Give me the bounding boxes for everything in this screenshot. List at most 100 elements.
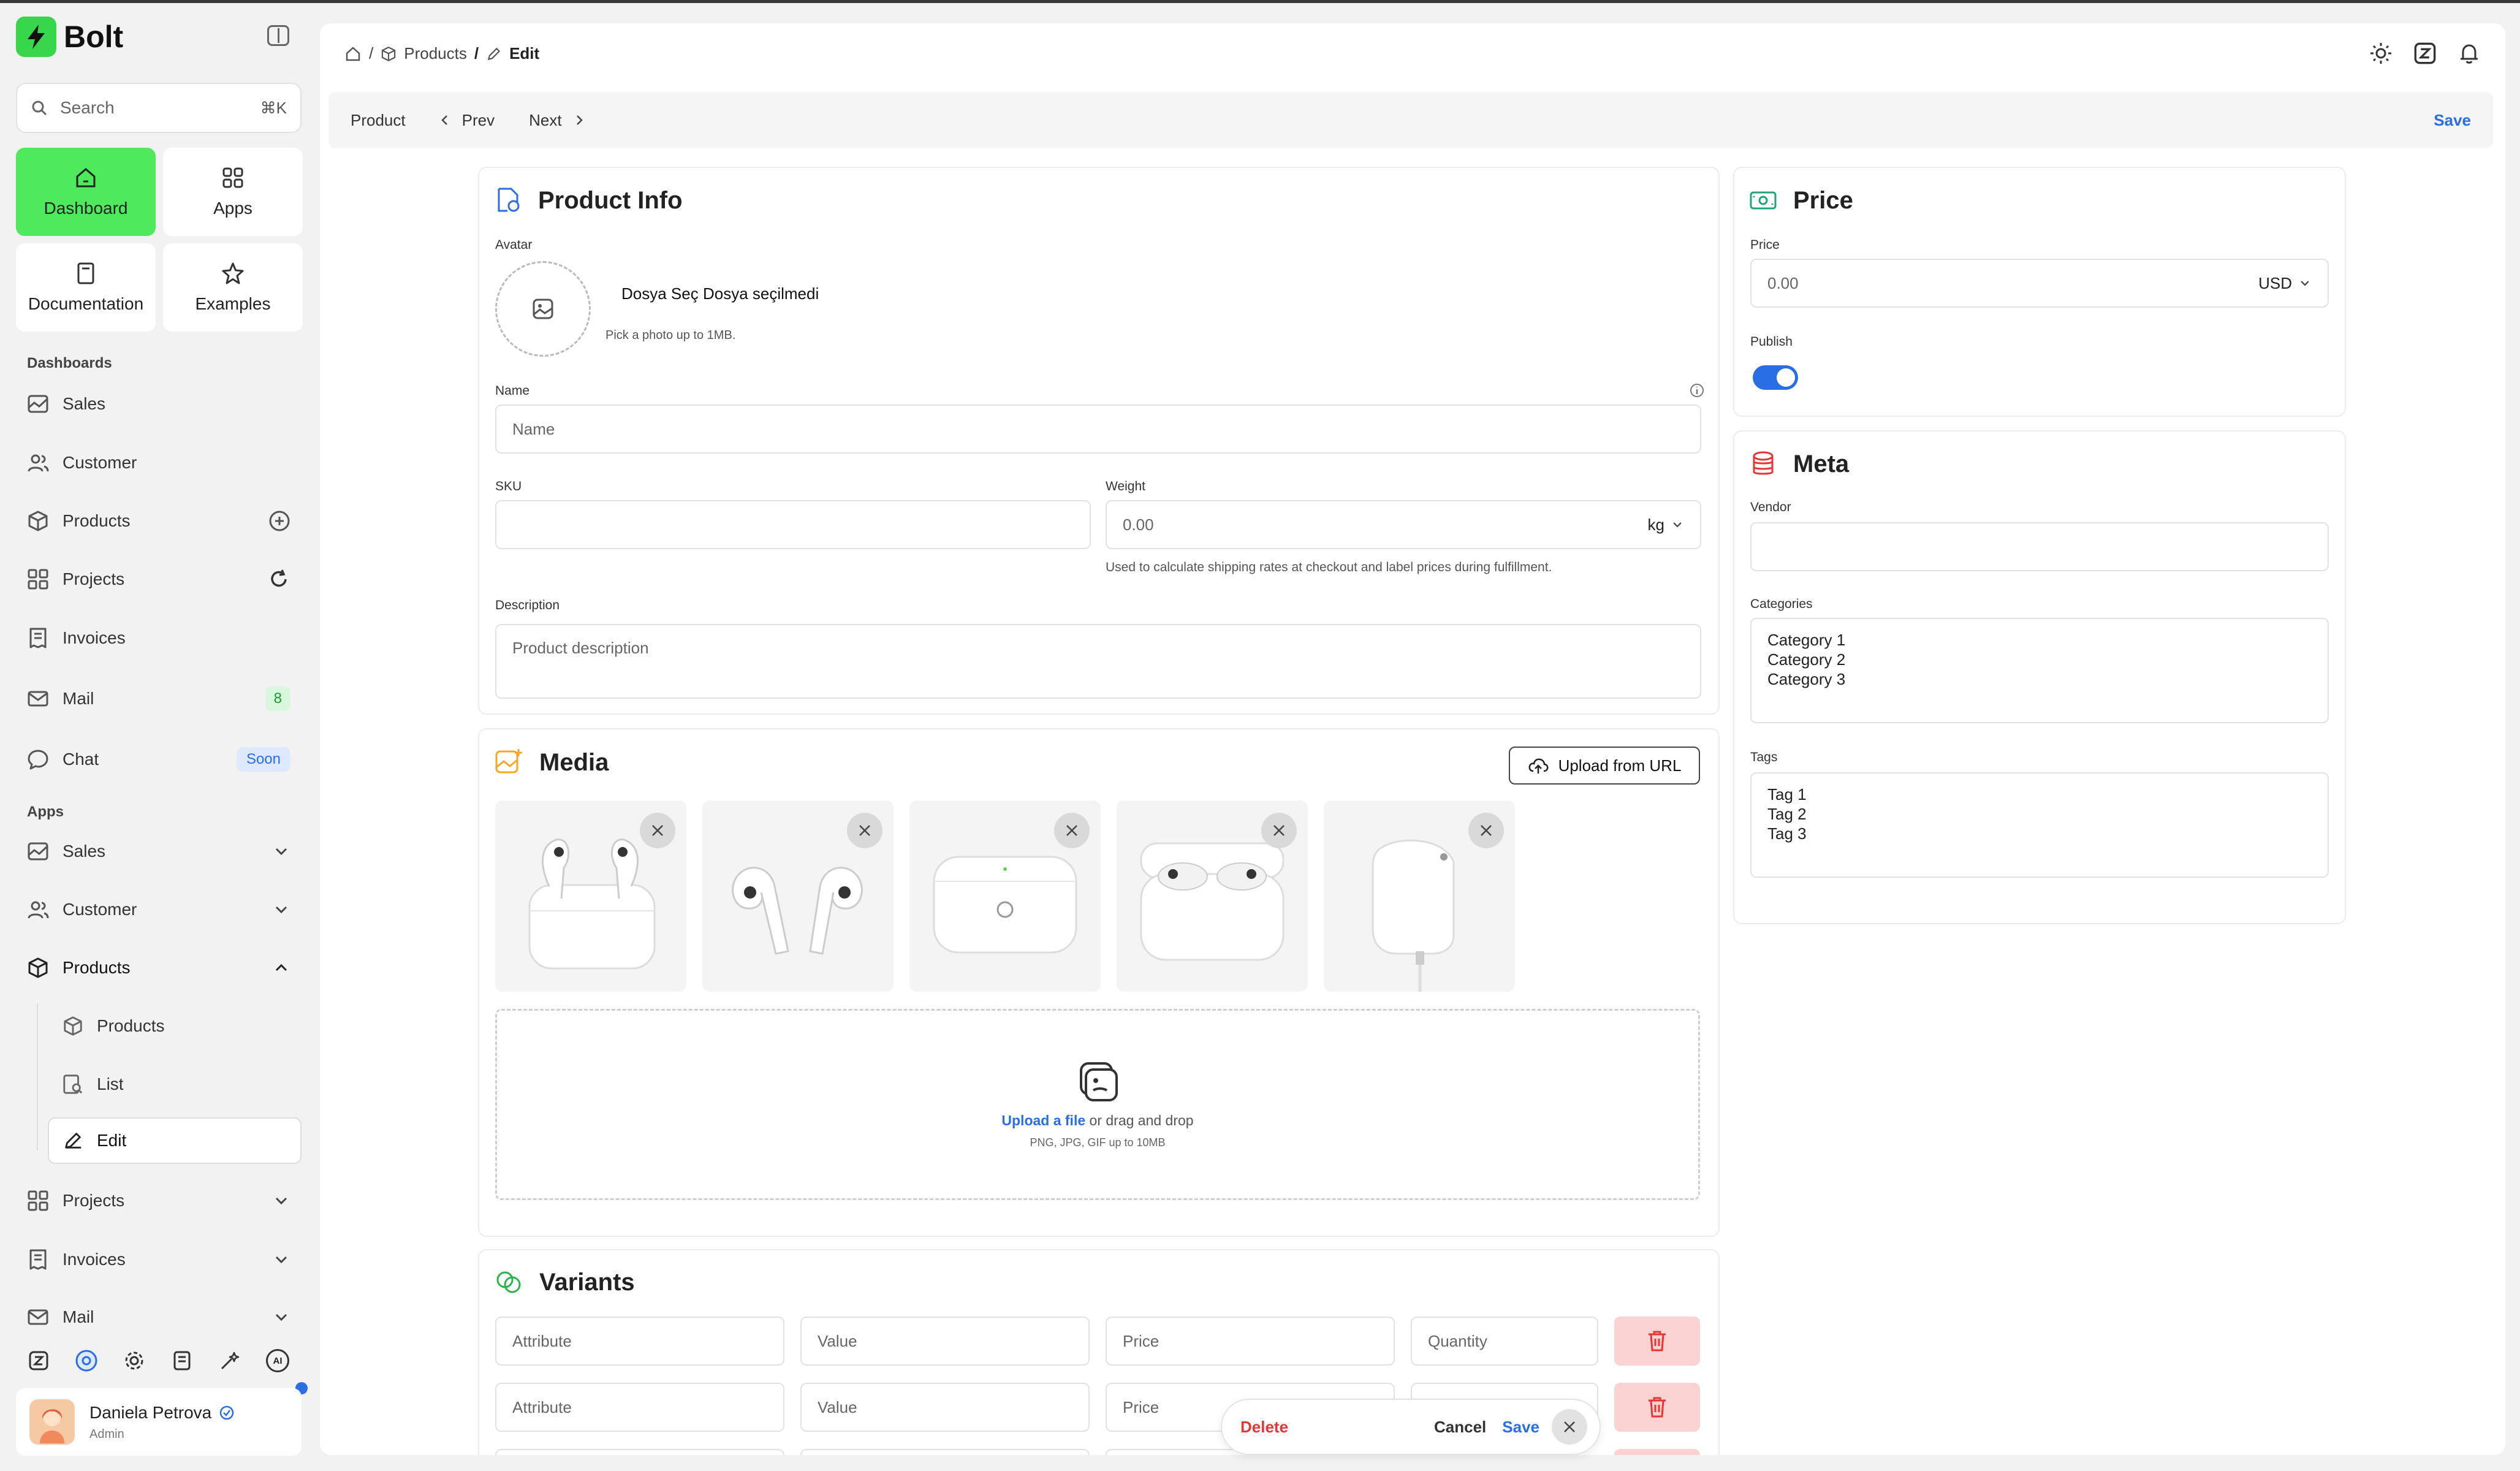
info-icon[interactable] bbox=[1689, 382, 1705, 398]
media-thumbnail[interactable] bbox=[702, 800, 894, 992]
tag-option[interactable]: Tag 3 bbox=[1767, 824, 2312, 843]
tags-select[interactable]: Tag 1 Tag 2 Tag 3 bbox=[1750, 772, 2329, 878]
weight-input[interactable]: 0.00 kg bbox=[1106, 500, 1701, 549]
chevron-right-icon[interactable] bbox=[572, 113, 586, 127]
publish-label: Publish bbox=[1750, 335, 1793, 349]
price-input[interactable]: 0.00 USD bbox=[1750, 259, 2329, 308]
magic-wand-icon[interactable] bbox=[218, 1349, 241, 1372]
app-logo[interactable]: Bolt bbox=[16, 17, 123, 57]
delete-variant-button[interactable] bbox=[1614, 1383, 1700, 1432]
file-dropzone[interactable]: Upload a file or drag and drop PNG, JPG,… bbox=[495, 1009, 1700, 1200]
publish-toggle[interactable] bbox=[1753, 365, 1798, 390]
sidebar-app-mail[interactable]: Mail bbox=[27, 1299, 290, 1336]
sku-input[interactable] bbox=[495, 500, 1091, 549]
variant-attribute-input[interactable]: Attribute bbox=[495, 1383, 784, 1432]
chart-icon bbox=[28, 842, 48, 861]
variants-title: Variants bbox=[494, 1268, 635, 1297]
variant-value-input[interactable]: Value bbox=[800, 1383, 1090, 1432]
home-icon[interactable] bbox=[344, 45, 362, 63]
sidebar-app-sales[interactable]: Sales bbox=[27, 833, 290, 870]
remove-image-button[interactable] bbox=[1468, 813, 1504, 848]
sidebar-sub-edit[interactable]: Edit bbox=[48, 1117, 302, 1164]
description-textarea[interactable]: Product description bbox=[495, 624, 1701, 699]
breadcrumb-products[interactable]: Products bbox=[404, 44, 467, 63]
remove-image-button[interactable] bbox=[1054, 813, 1090, 848]
remove-image-button[interactable] bbox=[847, 813, 882, 848]
tag-option[interactable]: Tag 1 bbox=[1767, 785, 2312, 804]
chevron-down-icon bbox=[2301, 281, 2309, 286]
variant-attribute-input[interactable]: Attribute bbox=[495, 1449, 784, 1455]
delete-variant-button[interactable] bbox=[1614, 1317, 1700, 1366]
database-icon bbox=[1753, 451, 1774, 475]
receipt-icon[interactable] bbox=[27, 1349, 50, 1372]
remove-image-button[interactable] bbox=[1261, 813, 1297, 848]
receipt-icon[interactable] bbox=[2413, 42, 2437, 65]
categories-select[interactable]: Category 1 Category 2 Category 3 bbox=[1750, 618, 2329, 723]
vendor-input[interactable] bbox=[1750, 522, 2329, 571]
sidebar-collapse-icon[interactable] bbox=[267, 25, 289, 46]
sidebar-item-sales[interactable]: Sales bbox=[27, 386, 290, 422]
variant-value-input[interactable]: Value bbox=[800, 1317, 1090, 1366]
tag-option[interactable]: Tag 2 bbox=[1767, 804, 2312, 824]
sidebar-item-chat[interactable]: Chat Soon bbox=[27, 741, 290, 778]
variant-attribute-input[interactable]: Attribute bbox=[495, 1317, 784, 1366]
weight-unit-select[interactable]: kg bbox=[1648, 515, 1664, 534]
avatar-upload[interactable] bbox=[495, 261, 591, 357]
remove-image-button[interactable] bbox=[640, 813, 675, 848]
media-thumbnail[interactable] bbox=[1324, 800, 1515, 992]
category-option[interactable]: Category 3 bbox=[1767, 669, 2312, 689]
save-button[interactable]: Save bbox=[2434, 111, 2471, 130]
file-input[interactable]: Dosya Seç Dosya seçilmedi bbox=[621, 284, 819, 303]
currency-select[interactable]: USD bbox=[2258, 274, 2292, 293]
sidebar-item-products[interactable]: Products bbox=[27, 503, 290, 539]
media-thumbnail[interactable] bbox=[1117, 800, 1308, 992]
upload-hint: or drag and drop bbox=[1089, 1112, 1194, 1128]
media-thumbnail[interactable] bbox=[909, 800, 1101, 992]
user-role: Admin bbox=[89, 1427, 124, 1441]
variant-price-input[interactable]: Price bbox=[1106, 1317, 1395, 1366]
sidebar-item-label: List bbox=[97, 1074, 124, 1093]
upload-file-link[interactable]: Upload a file bbox=[1001, 1112, 1085, 1128]
media-thumbnail[interactable] bbox=[495, 800, 686, 992]
prev-button[interactable]: Prev bbox=[462, 111, 495, 130]
sidebar-sub-list[interactable]: List bbox=[59, 1061, 299, 1108]
notes-icon[interactable] bbox=[170, 1349, 194, 1372]
delete-variant-button[interactable] bbox=[1614, 1449, 1700, 1455]
category-option[interactable]: Category 1 bbox=[1767, 630, 2312, 650]
close-toast-button[interactable] bbox=[1552, 1409, 1587, 1445]
upload-from-url-button[interactable]: Upload from URL bbox=[1509, 747, 1700, 785]
variant-value-input[interactable]: Value bbox=[800, 1449, 1090, 1455]
tile-dashboard[interactable]: Dashboard bbox=[16, 148, 156, 236]
save-button[interactable]: Save bbox=[1502, 1418, 1539, 1437]
next-button[interactable]: Next bbox=[529, 111, 561, 130]
add-circle-icon[interactable] bbox=[268, 510, 290, 532]
settings-circle-icon[interactable] bbox=[75, 1349, 98, 1372]
bell-icon[interactable] bbox=[2457, 42, 2481, 65]
tile-apps[interactable]: Apps bbox=[163, 148, 303, 236]
sidebar-app-invoices[interactable]: Invoices bbox=[27, 1241, 290, 1278]
variant-quantity-input[interactable]: Quantity bbox=[1411, 1317, 1598, 1366]
cloud-upload-icon bbox=[1528, 758, 1549, 774]
choose-file-button[interactable]: Dosya Seç bbox=[621, 284, 699, 303]
sidebar-sub-products[interactable]: Products bbox=[59, 1003, 299, 1049]
user-profile[interactable]: Daniela Petrova Admin bbox=[16, 1388, 302, 1456]
tile-documentation[interactable]: Documentation bbox=[16, 243, 156, 332]
delete-button[interactable]: Delete bbox=[1240, 1418, 1288, 1437]
cancel-button[interactable]: Cancel bbox=[1434, 1418, 1486, 1437]
refresh-icon[interactable] bbox=[267, 568, 290, 591]
sidebar-app-customer[interactable]: Customer bbox=[27, 891, 290, 928]
sidebar-item-projects[interactable]: Projects bbox=[27, 561, 290, 598]
sidebar-item-invoices[interactable]: Invoices bbox=[27, 620, 290, 656]
chevron-left-icon[interactable] bbox=[438, 113, 452, 127]
sidebar-item-customer[interactable]: Customer bbox=[27, 444, 290, 481]
sidebar-app-projects[interactable]: Projects bbox=[27, 1182, 290, 1219]
search-input[interactable]: Search ⌘K bbox=[16, 83, 302, 133]
ai-icon[interactable]: AI bbox=[266, 1349, 289, 1372]
tile-examples[interactable]: Examples bbox=[163, 243, 303, 332]
gear-icon[interactable] bbox=[123, 1349, 146, 1372]
category-option[interactable]: Category 2 bbox=[1767, 650, 2312, 669]
name-input[interactable]: Name bbox=[495, 405, 1701, 454]
sidebar-app-products[interactable]: Products bbox=[27, 949, 290, 986]
sun-icon[interactable] bbox=[2369, 42, 2393, 65]
sidebar-item-mail[interactable]: Mail 8 bbox=[27, 680, 290, 717]
